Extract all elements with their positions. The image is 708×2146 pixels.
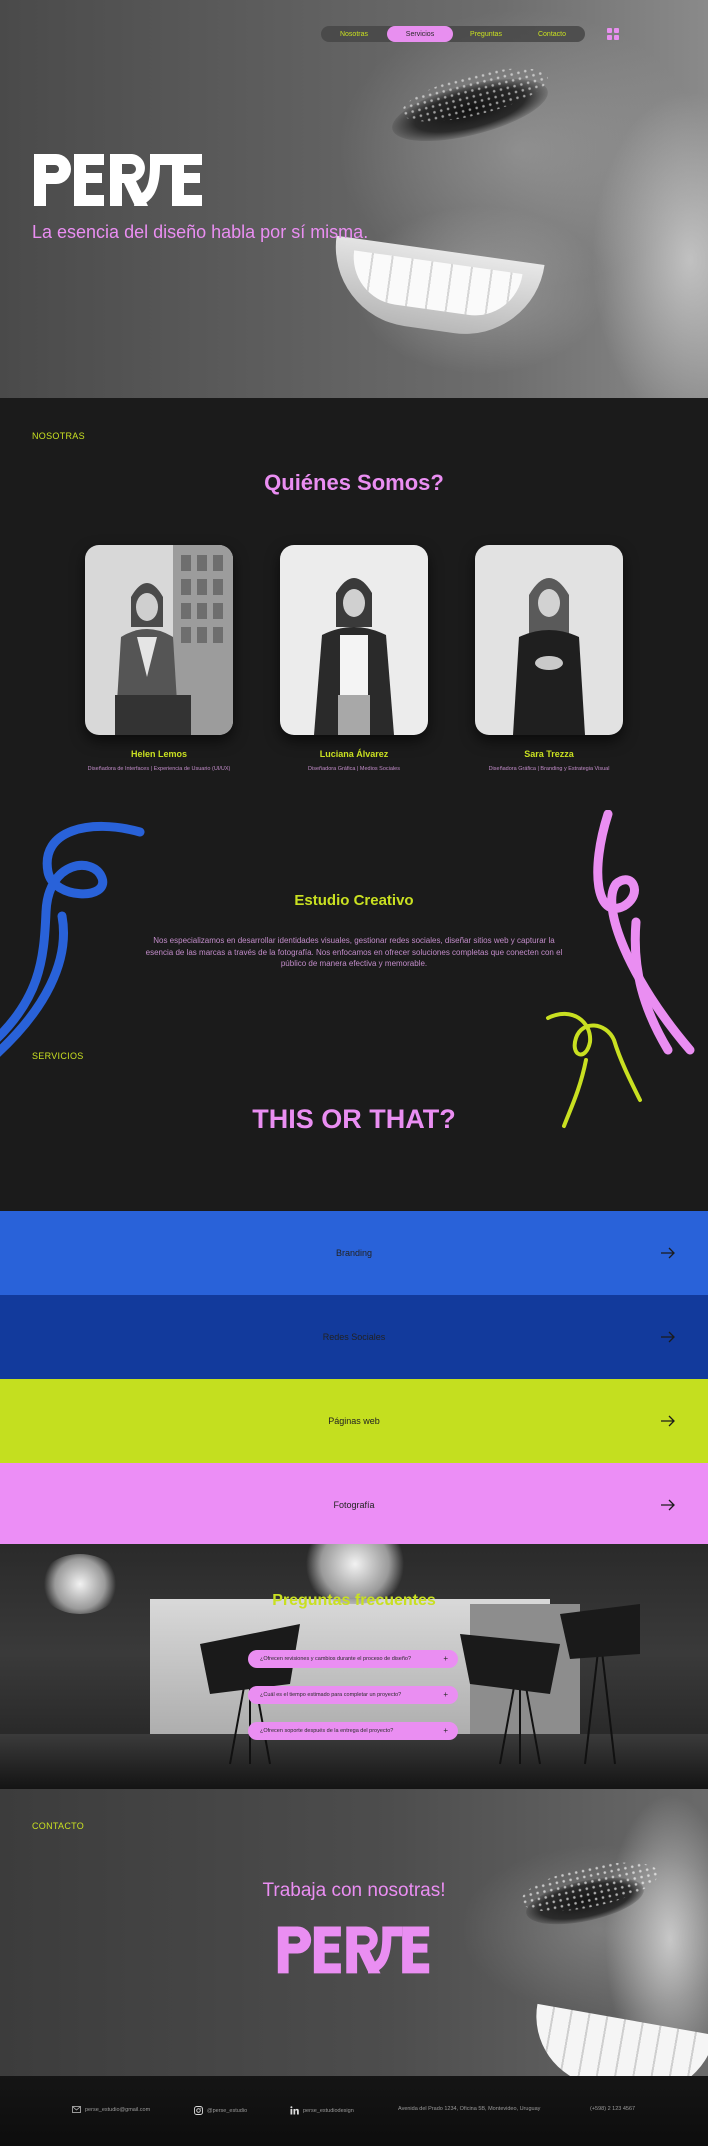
faq-question-3[interactable]: ¿Ofrecen soporte después de la entrega d…	[248, 1722, 458, 1740]
services-title: THIS OR THAT?	[252, 1104, 456, 1134]
nav-item-preguntas[interactable]: Preguntas	[453, 26, 519, 42]
plus-icon: +	[443, 1726, 448, 1735]
footer-instagram[interactable]: @perse_estudio	[194, 2106, 247, 2115]
section-label-servicios: SERVICIOS	[32, 1051, 84, 1061]
nav-item-nosotras[interactable]: Nosotras	[321, 26, 387, 42]
service-paginas-web-label: Páginas web	[328, 1416, 380, 1426]
team-role-helen: Diseñadora de Interfaces | Experiencia d…	[87, 766, 231, 772]
hero-tagline: La esencia del diseño habla por sí misma…	[32, 222, 369, 242]
arrow-right-icon	[661, 1499, 675, 1511]
page: Nosotras Servicios Preguntas Contacto La…	[0, 0, 708, 2146]
footer-instagram-text: @perse_estudio	[207, 2107, 248, 2114]
team-role-sara: Diseñadora Gráfica | Branding y Estrateg…	[488, 766, 610, 772]
footer-phone[interactable]: (+598) 2 123 4567	[590, 2106, 635, 2112]
nav-item-servicios[interactable]: Servicios	[387, 26, 453, 42]
service-redes-sociales-label: Redes Sociales	[322, 1332, 386, 1342]
team-photo-helen	[85, 545, 233, 735]
footer-address: Avenida del Prado 1234, Oficina 5B, Mont…	[398, 2106, 541, 2112]
faq-question-2[interactable]: ¿Cuál es el tiempo estimado para complet…	[248, 1686, 458, 1704]
contact-photo-teeth	[525, 2003, 708, 2076]
faq-question-3-text: ¿Ofrecen soporte después de la entrega d…	[260, 1728, 394, 1734]
section-label-nosotras: NOSOTRAS	[32, 431, 85, 441]
footer-email[interactable]: perse_estudio@gmail.com	[72, 2106, 150, 2113]
service-branding-label: Branding	[335, 1248, 373, 1258]
menu-grid-icon[interactable]	[607, 28, 619, 40]
team-name-sara: Sara Trezza	[524, 749, 574, 759]
mail-icon	[72, 2106, 81, 2113]
team-role-luciana: Diseñadora Gráfica | Medios Sociales	[308, 766, 400, 772]
service-branding[interactable]: Branding	[0, 1211, 708, 1295]
service-fotografia[interactable]: Fotografía	[0, 1463, 708, 1547]
plus-icon: +	[443, 1690, 448, 1699]
about-title: Quiénes Somos?	[264, 470, 444, 495]
hero-section: Nosotras Servicios Preguntas Contacto La…	[0, 0, 708, 398]
blue-swirl-decoration	[0, 822, 145, 1057]
faq-question-2-text: ¿Cuál es el tiempo estimado para complet…	[260, 1692, 402, 1698]
team-name-helen: Helen Lemos	[130, 749, 188, 759]
arrow-right-icon	[661, 1415, 675, 1427]
pink-lime-swirl-decoration	[546, 810, 695, 1128]
service-redes-sociales[interactable]: Redes Sociales	[0, 1295, 708, 1379]
plus-icon: +	[443, 1654, 448, 1663]
team-photo-luciana	[280, 545, 428, 735]
team-photo-sara	[475, 545, 623, 735]
studio-description: Nos especializamos en desarrollar identi…	[145, 936, 563, 968]
faq-question-1-text: ¿Ofrecen revisiones y cambios durante el…	[260, 1656, 412, 1662]
perse-logo-pink	[277, 1926, 430, 1974]
service-paginas-web[interactable]: Páginas web	[0, 1379, 708, 1463]
section-label-contacto: CONTACTO	[32, 1821, 85, 1831]
instagram-icon	[194, 2106, 203, 2115]
top-nav: Nosotras Servicios Preguntas Contacto	[321, 26, 585, 42]
team-name-luciana: Luciana Álvarez	[319, 749, 389, 759]
studio-title: Estudio Creativo	[294, 892, 414, 909]
service-fotografia-label: Fotografía	[333, 1500, 375, 1510]
footer-linkedin[interactable]: perse_estudiodesign	[290, 2106, 354, 2115]
faq-title: Preguntas frecuentes	[272, 1592, 436, 1609]
perse-logo	[34, 154, 202, 206]
faq-question-1[interactable]: ¿Ofrecen revisiones y cambios durante el…	[248, 1650, 458, 1668]
footer-linkedin-text: perse_estudiodesign	[303, 2107, 354, 2114]
linkedin-icon	[290, 2106, 299, 2115]
contact-cta: Trabaja con nosotras!	[262, 1880, 446, 1901]
footer-email-text: perse_estudio@gmail.com	[85, 2106, 151, 2113]
nav-item-contacto[interactable]: Contacto	[519, 26, 585, 42]
arrow-right-icon	[661, 1331, 675, 1343]
arrow-right-icon	[661, 1247, 675, 1259]
